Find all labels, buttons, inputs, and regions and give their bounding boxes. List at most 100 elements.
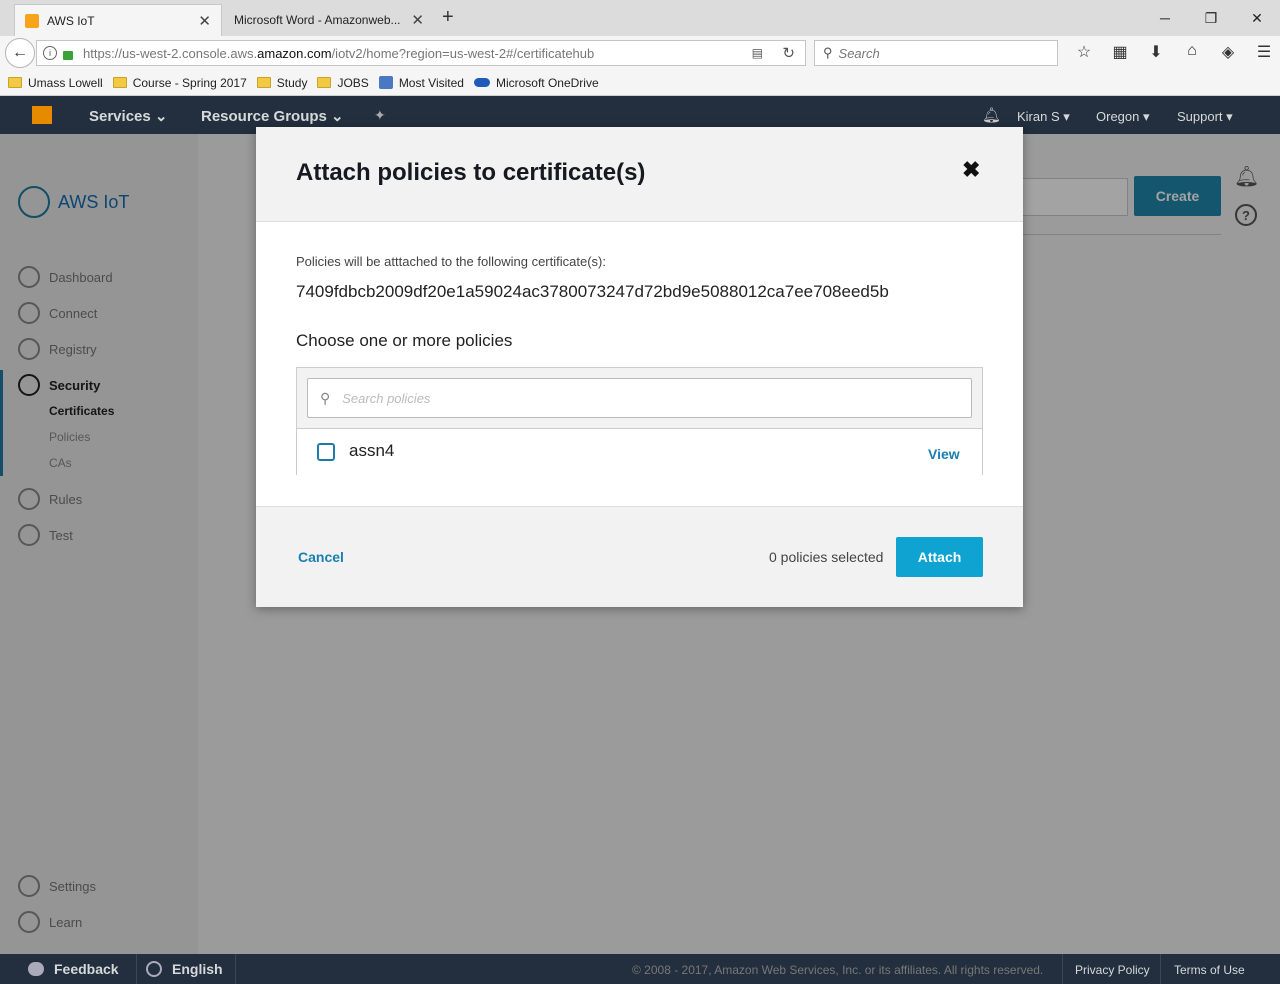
policy-list: ⚲ assn4 View	[296, 367, 983, 475]
bookmark-umass-lowell[interactable]: Umass Lowell	[8, 76, 103, 90]
info-icon[interactable]: i	[43, 46, 57, 60]
footer-divider	[136, 954, 137, 984]
close-tab-icon[interactable]: ✕	[198, 12, 211, 30]
browser-toolbar-icons: ☆ ▦ ⬇ ⌂ ◈ ☰	[1066, 42, 1280, 62]
new-tab-button[interactable]: +	[442, 6, 454, 29]
home-icon[interactable]: ⌂	[1174, 42, 1210, 62]
bookmark-label: JOBS	[337, 75, 369, 90]
footer-divider	[1062, 954, 1063, 984]
reload-icon[interactable]: ↻	[782, 44, 795, 62]
terms-of-use-link[interactable]: Terms of Use	[1174, 963, 1245, 977]
browser-tab-aws-iot[interactable]: AWS IoT ✕	[14, 4, 222, 36]
bookmarks-bar: Umass Lowell Course - Spring 2017 Study …	[0, 70, 1280, 96]
language-selector[interactable]: English	[146, 961, 223, 977]
notification-bell-icon[interactable]: 🔔︎	[982, 106, 1001, 124]
console-footer: Feedback English © 2008 - 2017, Amazon W…	[0, 954, 1280, 984]
lock-icon	[63, 50, 73, 60]
language-label: English	[172, 961, 223, 977]
policy-search-box[interactable]: ⚲	[307, 378, 972, 418]
modal-header: Attach policies to certificate(s) ✖	[256, 127, 1023, 222]
feedback-button[interactable]: Feedback	[28, 961, 119, 977]
browser-nav-bar: ← i https://us-west-2.console.aws.amazon…	[0, 36, 1280, 70]
choose-policies-label: Choose one or more policies	[296, 331, 513, 350]
modal-title: Attach policies to certificate(s)	[296, 159, 646, 186]
minimize-icon[interactable]: ─	[1142, 0, 1188, 36]
bookmark-label: Course - Spring 2017	[132, 75, 247, 90]
browser-search-placeholder: Search	[838, 45, 880, 61]
download-icon[interactable]: ⬇	[1138, 42, 1174, 62]
reader-view-icon[interactable]: ▤	[752, 46, 763, 60]
globe-icon	[146, 961, 162, 977]
url-text[interactable]: https://us-west-2.console.aws.amazon.com…	[83, 46, 594, 61]
region-label: Oregon	[1096, 109, 1140, 124]
url-domain: amazon.com	[257, 45, 332, 61]
list-item[interactable]: assn4 View	[297, 428, 982, 475]
folder-icon	[112, 77, 127, 88]
close-window-icon[interactable]: ✕	[1234, 0, 1280, 36]
policy-search-input[interactable]	[342, 390, 943, 406]
resource-groups-menu[interactable]: Resource Groups ⌄	[201, 107, 344, 125]
pin-icon[interactable]: ✦	[374, 107, 386, 124]
back-arrow-icon[interactable]: ←	[5, 38, 35, 68]
feedback-label: Feedback	[54, 961, 119, 977]
certificate-id: 7409fdbcb2009df20e1a59024ac3780073247d72…	[296, 282, 889, 301]
footer-divider	[1160, 954, 1161, 984]
user-label: Kiran S	[1017, 109, 1060, 124]
attach-policies-modal: Attach policies to certificate(s) ✖ Poli…	[256, 127, 1023, 607]
privacy-policy-link[interactable]: Privacy Policy	[1075, 963, 1150, 977]
folder-icon	[8, 77, 22, 88]
view-policy-link[interactable]: View	[928, 446, 960, 462]
aws-favicon-icon	[25, 13, 39, 28]
bookmark-star-icon[interactable]: ☆	[1066, 42, 1102, 62]
region-menu[interactable]: Oregon ▾	[1096, 109, 1150, 125]
window-controls: ─ ❐ ✕	[1142, 0, 1280, 36]
bookmark-jobs[interactable]: JOBS	[317, 75, 369, 90]
browser-tab-bar: AWS IoT ✕ Microsoft Word - Amazonweb... …	[0, 0, 1280, 36]
bookmark-study[interactable]: Study	[256, 75, 308, 90]
search-icon: ⚲	[320, 389, 331, 406]
aws-logo-icon[interactable]	[32, 106, 52, 124]
user-menu[interactable]: Kiran S ▾	[1017, 109, 1070, 125]
pocket-icon[interactable]: ◈	[1210, 42, 1246, 62]
bookmark-label: Microsoft OneDrive	[495, 75, 599, 90]
policy-checkbox[interactable]	[317, 443, 335, 461]
search-icon: ⚲	[823, 45, 833, 60]
bookmark-label: Umass Lowell	[28, 75, 103, 90]
folder-icon	[256, 77, 271, 88]
url-bar[interactable]: i https://us-west-2.console.aws.amazon.c…	[36, 40, 806, 66]
bookmark-course[interactable]: Course - Spring 2017	[112, 75, 247, 90]
chevron-down-icon: ⌄	[154, 108, 168, 125]
bookmark-label: Study	[276, 75, 308, 90]
bookmark-label: Most Visited	[398, 75, 464, 90]
url-prefix: https://us-west-2.console.aws.	[83, 45, 258, 61]
close-icon[interactable]: ✖	[962, 157, 980, 183]
support-menu[interactable]: Support ▾	[1177, 109, 1233, 125]
most-visited-icon	[378, 76, 393, 89]
bookmark-onedrive[interactable]: Microsoft OneDrive	[473, 75, 599, 90]
services-menu[interactable]: Services ⌄	[89, 107, 167, 125]
bookmark-most-visited[interactable]: Most Visited	[378, 75, 464, 90]
services-label: Services	[89, 108, 151, 125]
support-label: Support	[1177, 109, 1223, 124]
browser-tab-word[interactable]: Microsoft Word - Amazonweb... ✕	[224, 4, 434, 36]
cancel-button[interactable]: Cancel	[298, 549, 344, 565]
menu-icon[interactable]: ☰	[1246, 42, 1280, 62]
tab-title: AWS IoT	[47, 13, 95, 28]
restore-icon[interactable]: ❐	[1188, 0, 1234, 36]
browser-search-field[interactable]: ⚲ Search	[814, 40, 1058, 66]
copyright-text: © 2008 - 2017, Amazon Web Services, Inc.…	[632, 963, 1044, 977]
folder-icon	[317, 77, 332, 88]
selected-count: 0 policies selected	[769, 549, 884, 565]
policy-name: assn4	[349, 441, 395, 460]
certificate-label: Policies will be atttached to the follow…	[296, 254, 606, 269]
reading-list-icon[interactable]: ▦	[1102, 42, 1138, 62]
close-tab-icon[interactable]: ✕	[411, 11, 424, 29]
onedrive-cloud-icon	[473, 78, 490, 87]
chevron-down-icon: ⌄	[331, 108, 344, 125]
speech-bubble-icon	[28, 962, 44, 976]
attach-button[interactable]: Attach	[896, 537, 983, 577]
url-path: /iotv2/home?region=us-west-2#/certificat…	[331, 45, 595, 61]
modal-footer: Cancel 0 policies selected Attach	[256, 506, 1023, 607]
tab-title: Microsoft Word - Amazonweb...	[234, 13, 401, 27]
footer-divider	[235, 954, 236, 984]
